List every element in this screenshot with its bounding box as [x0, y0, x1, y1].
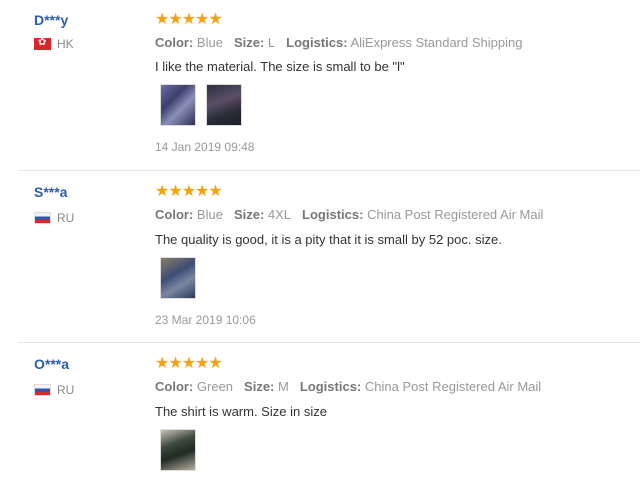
- size-label: Size:: [244, 379, 275, 394]
- review-text: The shirt is warm. Size in size: [155, 404, 327, 419]
- country-code: HK: [57, 37, 74, 51]
- order-details: Color: Blue Size: 4XL Logistics: China Pos…: [155, 207, 543, 222]
- ru-flag-icon: [34, 384, 51, 396]
- review-date: 14 Jan 2019 09:48: [155, 140, 255, 154]
- color-value: Green: [196, 379, 234, 394]
- review-date: 23 Mar 2019 10:06: [155, 313, 256, 327]
- review-photo-thumbnail[interactable]: [160, 257, 196, 299]
- star-rating: ★★★★★: [155, 183, 223, 200]
- review-photo-thumbnail[interactable]: [160, 429, 196, 471]
- review-text: The quality is good, it is a pity that i…: [155, 232, 502, 247]
- logistics-value: China Post Registered Air Mail: [367, 207, 544, 222]
- order-details: Color: Green Size: M Logistics: China Post…: [155, 379, 541, 394]
- review-text: I like the material. The size is small t…: [155, 59, 405, 74]
- size-value: M: [278, 379, 289, 394]
- star-rating: ★★★★★: [155, 355, 223, 372]
- review-item: O***a RU ★★★★★ Color: Green Size: M Logist…: [0, 343, 640, 482]
- reviewer-name[interactable]: S***a: [34, 184, 67, 200]
- hk-flag-icon: [34, 38, 51, 50]
- review-photo-thumbnail[interactable]: [206, 84, 242, 126]
- size-value: L: [267, 35, 276, 50]
- color-label: Color:: [155, 35, 194, 50]
- logistics-value: AliExpress Standard Shipping: [350, 35, 523, 50]
- review-item: D***y HK ★★★★★ Color: Blue Size: L Logisti…: [0, 0, 640, 171]
- logistics-label: Logistics:: [299, 379, 362, 394]
- size-label: Size:: [233, 207, 265, 222]
- color-value: Blue: [196, 35, 223, 50]
- color-label: Color:: [155, 207, 194, 222]
- country-code: RU: [57, 211, 75, 225]
- ru-flag-icon: [34, 212, 51, 224]
- color-value: Blue: [196, 207, 223, 222]
- reviewer-name[interactable]: D***y: [34, 12, 68, 28]
- country-code: RU: [57, 383, 75, 397]
- logistics-label: Logistics:: [302, 207, 364, 222]
- logistics-label: Logistics:: [286, 35, 348, 50]
- review-item: S***a RU ★★★★★ Color: Blue Size: 4XL Logis…: [0, 171, 640, 343]
- review-photo-thumbnail[interactable]: [160, 84, 196, 126]
- reviewer-name[interactable]: O***a: [34, 356, 69, 372]
- star-rating: ★★★★★: [155, 11, 223, 28]
- reviewer-country: RU: [34, 211, 74, 225]
- order-details: Color: Blue Size: L Logistics: AliExpress …: [155, 35, 522, 50]
- size-label: Size:: [233, 35, 265, 50]
- reviewer-country: RU: [34, 383, 74, 397]
- reviewer-country: HK: [34, 37, 74, 51]
- size-value: 4XL: [267, 207, 292, 222]
- color-label: Color:: [155, 379, 194, 394]
- logistics-value: China Post Registered Air Mail: [364, 379, 542, 394]
